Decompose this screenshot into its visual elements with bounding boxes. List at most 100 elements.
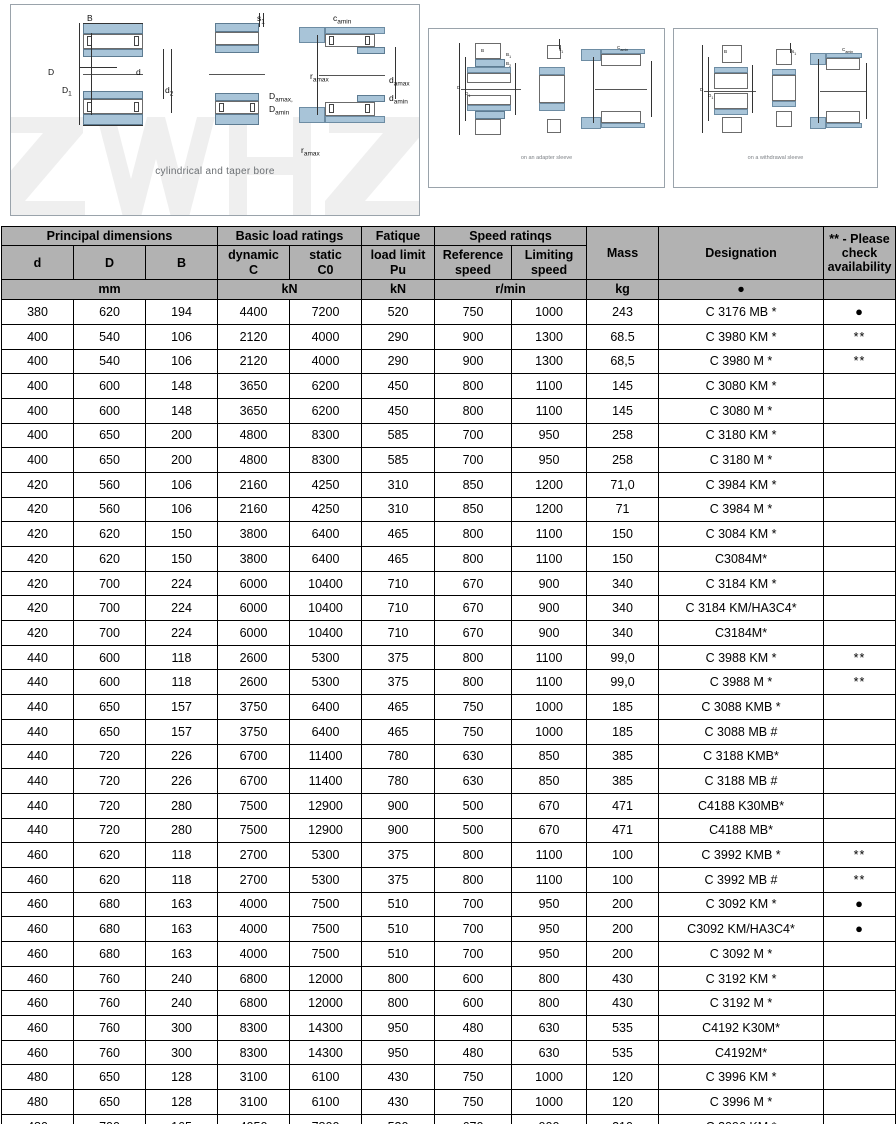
figure-adapter-assembly: [453, 43, 525, 135]
cell-availability: ●: [823, 916, 896, 942]
cell-static-c0: 11400: [289, 743, 363, 770]
cell-mass: 120: [586, 1064, 660, 1091]
table-header: Principal dimensions Basic load ratings …: [0, 225, 896, 301]
header-principal-dimensions: Principal dimensions: [0, 225, 219, 247]
table-row: 420 620 150 3800 6400 465 800 1100 150 C3084M*: [1, 546, 896, 572]
cell-reference-speed: 670: [434, 595, 513, 622]
cell-mass: 99,0: [586, 644, 660, 671]
cell-d: 420: [1, 546, 74, 572]
cell-availability: **: [823, 842, 896, 868]
figure-withdrawal-assembly: [696, 45, 760, 133]
cell-availability: [823, 1089, 896, 1115]
cell-mass: 340: [586, 595, 660, 622]
cell-designation: C 3180 M *: [658, 447, 825, 473]
cell-d: 460: [1, 916, 74, 942]
cell-D: 700: [73, 1113, 146, 1124]
cell-D: 720: [73, 768, 146, 794]
cell-D: 620: [73, 299, 146, 325]
cell-B: 148: [144, 373, 219, 399]
header-basic-load-ratings: Basic load ratings: [217, 225, 363, 247]
cell-D: 620: [73, 521, 146, 547]
cell-mass: 68,5: [586, 348, 660, 375]
cell-mass: 99,0: [586, 669, 660, 696]
cell-static-c0: 14300: [289, 1039, 363, 1066]
panel-caption-adapter: on an adapter sleeve: [520, 155, 573, 161]
cell-dynamic-c: 2700: [217, 866, 291, 893]
cell-load-limit-pu: 950: [361, 1039, 436, 1066]
diagram-strip: B D D1 d d2 s1 camin ramax Damax, Damin …: [0, 0, 896, 222]
unit-mm: mm: [0, 279, 219, 301]
cell-mass: 150: [586, 521, 660, 547]
cell-limiting-speed: 670: [511, 817, 588, 844]
cell-mass: 258: [586, 447, 660, 473]
cell-static-c0: 12900: [289, 792, 363, 819]
cell-designation: C 3180 KM *: [658, 422, 825, 449]
table-row: 400 540 106 2120 4000 290 900 1300 68,5 C 3980 M …: [1, 348, 896, 375]
header-reference-speed: Reference speed: [434, 245, 513, 281]
cell-limiting-speed: 850: [511, 743, 588, 770]
cell-load-limit-pu: 465: [361, 521, 436, 547]
table-row: 420 560 106 2160 4250 310 850 1200 71,0 C 3984 KM…: [1, 471, 896, 498]
cell-designation: C4188 MB*: [658, 817, 825, 844]
cell-D: 540: [73, 348, 146, 375]
cell-limiting-speed: 630: [511, 1039, 588, 1066]
cell-d: 400: [1, 447, 74, 473]
cell-mass: 471: [586, 817, 660, 844]
cell-D: 650: [73, 718, 146, 745]
cell-availability: [823, 1015, 896, 1041]
diagram-panel-cylindrical-taper-bore: B D D1 d d2 s1 camin ramax Damax, Damin …: [10, 4, 420, 216]
cell-mass: 385: [586, 743, 660, 770]
cell-mass: 145: [586, 397, 660, 424]
cell-B: 106: [144, 471, 219, 498]
panel-caption-withdrawal: on a withdrawal sleeve: [747, 155, 804, 161]
cell-B: 226: [144, 768, 219, 794]
table-row: 440 650 157 3750 6400 465 750 1000 185 C 3088 MB …: [1, 718, 896, 745]
cell-d: 400: [1, 323, 74, 350]
cell-reference-speed: 630: [434, 768, 513, 794]
cell-D: 680: [73, 941, 146, 967]
cell-limiting-speed: 950: [511, 941, 588, 967]
cell-designation: C 3988 KM *: [658, 644, 825, 671]
cell-limiting-speed: 1000: [511, 1089, 588, 1115]
cell-static-c0: 6200: [289, 373, 363, 399]
cell-designation: C3184M*: [658, 620, 825, 646]
cell-limiting-speed: 1000: [511, 299, 588, 325]
cell-d: 460: [1, 866, 74, 893]
cell-D: 700: [73, 620, 146, 646]
cell-limiting-speed: 1300: [511, 323, 588, 350]
cell-mass: 243: [586, 299, 660, 325]
dim-label-wd-B: B: [724, 49, 728, 54]
cell-limiting-speed: 950: [511, 891, 588, 918]
table-row: 400 600 148 3650 6200 450 800 1100 145 C 3080 KM …: [1, 373, 896, 399]
cell-mass: 430: [586, 990, 660, 1017]
cell-reference-speed: 670: [434, 620, 513, 646]
cell-designation: C 3980 M *: [658, 348, 825, 375]
cell-availability: [823, 1064, 896, 1091]
dim-label-wd-D1: D1: [708, 93, 714, 100]
cell-B: 224: [144, 570, 219, 597]
cell-static-c0: 14300: [289, 1015, 363, 1041]
table-row: 460 620 118 2700 5300 375 800 1100 100 C 3992 KMB…: [1, 842, 896, 868]
cell-B: 280: [144, 792, 219, 819]
table-row: 440 600 118 2600 5300 375 800 1100 99,0 C 3988 M …: [1, 669, 896, 696]
cell-designation: C 3988 M *: [658, 669, 825, 696]
cell-static-c0: 12900: [289, 817, 363, 844]
cell-reference-speed: 900: [434, 323, 513, 350]
cell-designation: C 3184 KM/HA3C4*: [658, 595, 825, 622]
cell-reference-speed: 800: [434, 521, 513, 547]
cell-static-c0: 6100: [289, 1089, 363, 1115]
cell-load-limit-pu: 375: [361, 842, 436, 868]
cell-B: 300: [144, 1039, 219, 1066]
header-pu-line1: load limit: [370, 248, 426, 263]
cell-d: 460: [1, 990, 74, 1017]
cell-B: 106: [144, 348, 219, 375]
figure-withdrawal-side: [770, 43, 798, 131]
cell-availability: [823, 990, 896, 1017]
cell-reference-speed: 750: [434, 1089, 513, 1115]
cell-availability: [823, 768, 896, 794]
cell-mass: 145: [586, 373, 660, 399]
dim-label-s1: s1: [257, 13, 265, 26]
dim-label-ramax-top: ramax: [310, 71, 329, 84]
table-row: 380 620 194 4400 7200 520 750 1000 243 C 3176 MB …: [1, 299, 896, 325]
header-availability: ** - Please check availability: [823, 225, 896, 281]
